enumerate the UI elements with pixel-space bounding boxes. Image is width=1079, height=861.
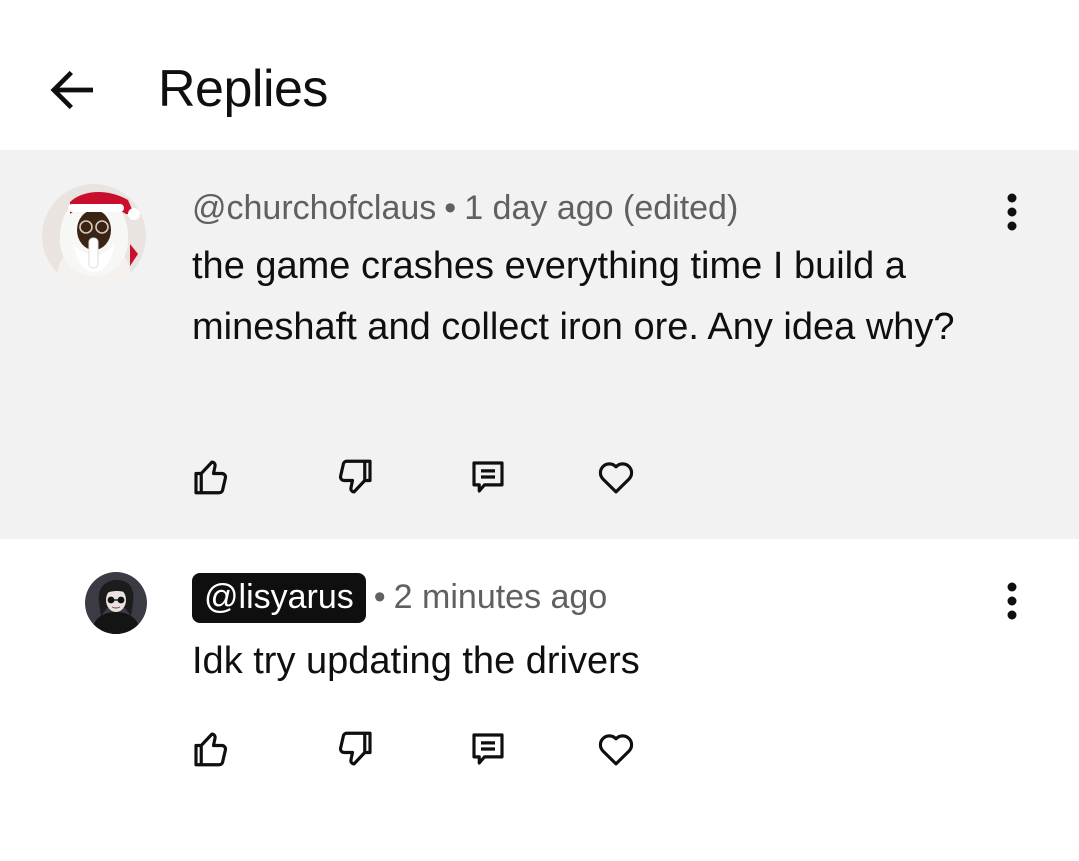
comment-meta: @lisyarus • 2 minutes ago bbox=[192, 573, 607, 623]
more-options-button[interactable] bbox=[988, 571, 1036, 631]
heart-button[interactable] bbox=[588, 449, 644, 505]
comment-actions bbox=[182, 721, 652, 777]
comment-author-chip[interactable]: @lisyarus bbox=[192, 573, 366, 623]
arrow-left-icon bbox=[50, 70, 93, 110]
like-button[interactable] bbox=[182, 449, 238, 505]
comment-actions bbox=[182, 449, 652, 505]
reply-icon bbox=[472, 461, 504, 493]
meta-separator: • bbox=[373, 578, 386, 616]
thumbs-up-icon bbox=[194, 460, 228, 495]
avatar[interactable] bbox=[42, 184, 146, 288]
reply-button[interactable] bbox=[460, 721, 516, 777]
more-vert-icon bbox=[1007, 582, 1017, 620]
highlighted-comment: @churchofclaus • 1 day ago (edited) the ga… bbox=[0, 150, 1079, 539]
top-app-bar: Replies bbox=[0, 0, 1079, 150]
thumbs-down-icon bbox=[338, 731, 372, 766]
reply-comment: @lisyarus • 2 minutes ago Idk try updating… bbox=[0, 539, 1079, 861]
comment-time: 1 day ago (edited) bbox=[464, 189, 739, 227]
comment-meta: @churchofclaus • 1 day ago (edited) bbox=[192, 188, 738, 228]
comment-body: the game crashes everything time I build… bbox=[192, 245, 955, 348]
back-button[interactable] bbox=[36, 54, 108, 126]
page-title: Replies bbox=[158, 60, 328, 118]
dislike-button[interactable] bbox=[328, 721, 384, 777]
avatar[interactable] bbox=[85, 572, 147, 634]
reply-button[interactable] bbox=[460, 449, 516, 505]
heart-icon bbox=[598, 734, 634, 766]
meta-separator: • bbox=[444, 189, 457, 227]
comment-time: 2 minutes ago bbox=[393, 578, 608, 616]
more-options-button[interactable] bbox=[988, 182, 1036, 242]
reply-icon bbox=[472, 733, 504, 765]
heart-button[interactable] bbox=[588, 721, 644, 777]
comment-body: Idk try updating the drivers bbox=[192, 640, 640, 682]
dislike-button[interactable] bbox=[328, 449, 384, 505]
like-button[interactable] bbox=[182, 721, 238, 777]
more-vert-icon bbox=[1007, 193, 1017, 231]
thumbs-down-icon bbox=[338, 459, 372, 494]
heart-icon bbox=[598, 462, 634, 494]
comment-author[interactable]: @churchofclaus bbox=[192, 189, 436, 227]
thumbs-up-icon bbox=[194, 732, 228, 767]
